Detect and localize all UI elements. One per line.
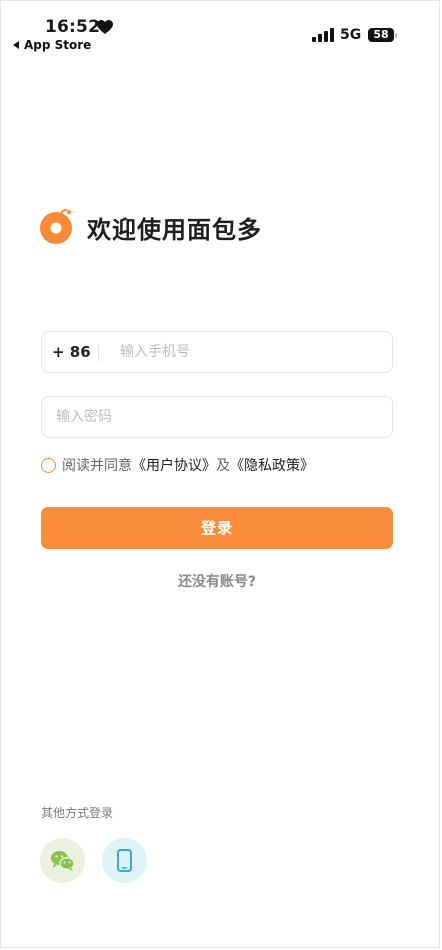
- country-code-selector[interactable]: + 86: [52, 343, 91, 361]
- password-field: [41, 396, 393, 438]
- phone-input[interactable]: [120, 332, 380, 372]
- bread-logo-icon: [40, 208, 72, 244]
- divider: [98, 345, 99, 361]
- app-screen: 16:52 App Store 5G 58 欢迎使用面包多 + 86 阅读并同意…: [0, 0, 440, 948]
- back-to-app-store[interactable]: App Store: [13, 38, 91, 52]
- other-login-label: 其他方式登录: [41, 806, 114, 820]
- welcome-title: 欢迎使用面包多: [87, 216, 262, 244]
- and-text: 及: [216, 458, 230, 474]
- phone-field: + 86: [41, 331, 393, 373]
- agreement-row: 阅读并同意 《用户协议》 及 《隐私政策》: [41, 455, 314, 475]
- battery-level: 58: [368, 28, 394, 42]
- battery-cap: [395, 33, 397, 38]
- network-type: 5G: [340, 27, 362, 43]
- signal-bars-icon: [312, 28, 334, 42]
- privacy-policy-link[interactable]: 《隐私政策》: [230, 455, 314, 475]
- login-button[interactable]: 登录: [41, 507, 393, 549]
- agree-text: 阅读并同意: [62, 458, 132, 474]
- status-time: 16:52: [45, 17, 101, 37]
- wechat-icon: [51, 851, 75, 871]
- agree-checkbox[interactable]: [41, 457, 56, 473]
- user-agreement-link[interactable]: 《用户协议》: [132, 455, 216, 475]
- back-app-label: App Store: [24, 38, 92, 52]
- back-arrow-icon: [13, 41, 19, 49]
- wechat-login-button[interactable]: [40, 838, 85, 883]
- mobile-phone-icon: [117, 849, 132, 872]
- register-link[interactable]: 还没有账号?: [1, 571, 433, 591]
- password-input[interactable]: [56, 397, 376, 437]
- phone-login-button[interactable]: [102, 838, 147, 883]
- heart-icon: [97, 20, 113, 34]
